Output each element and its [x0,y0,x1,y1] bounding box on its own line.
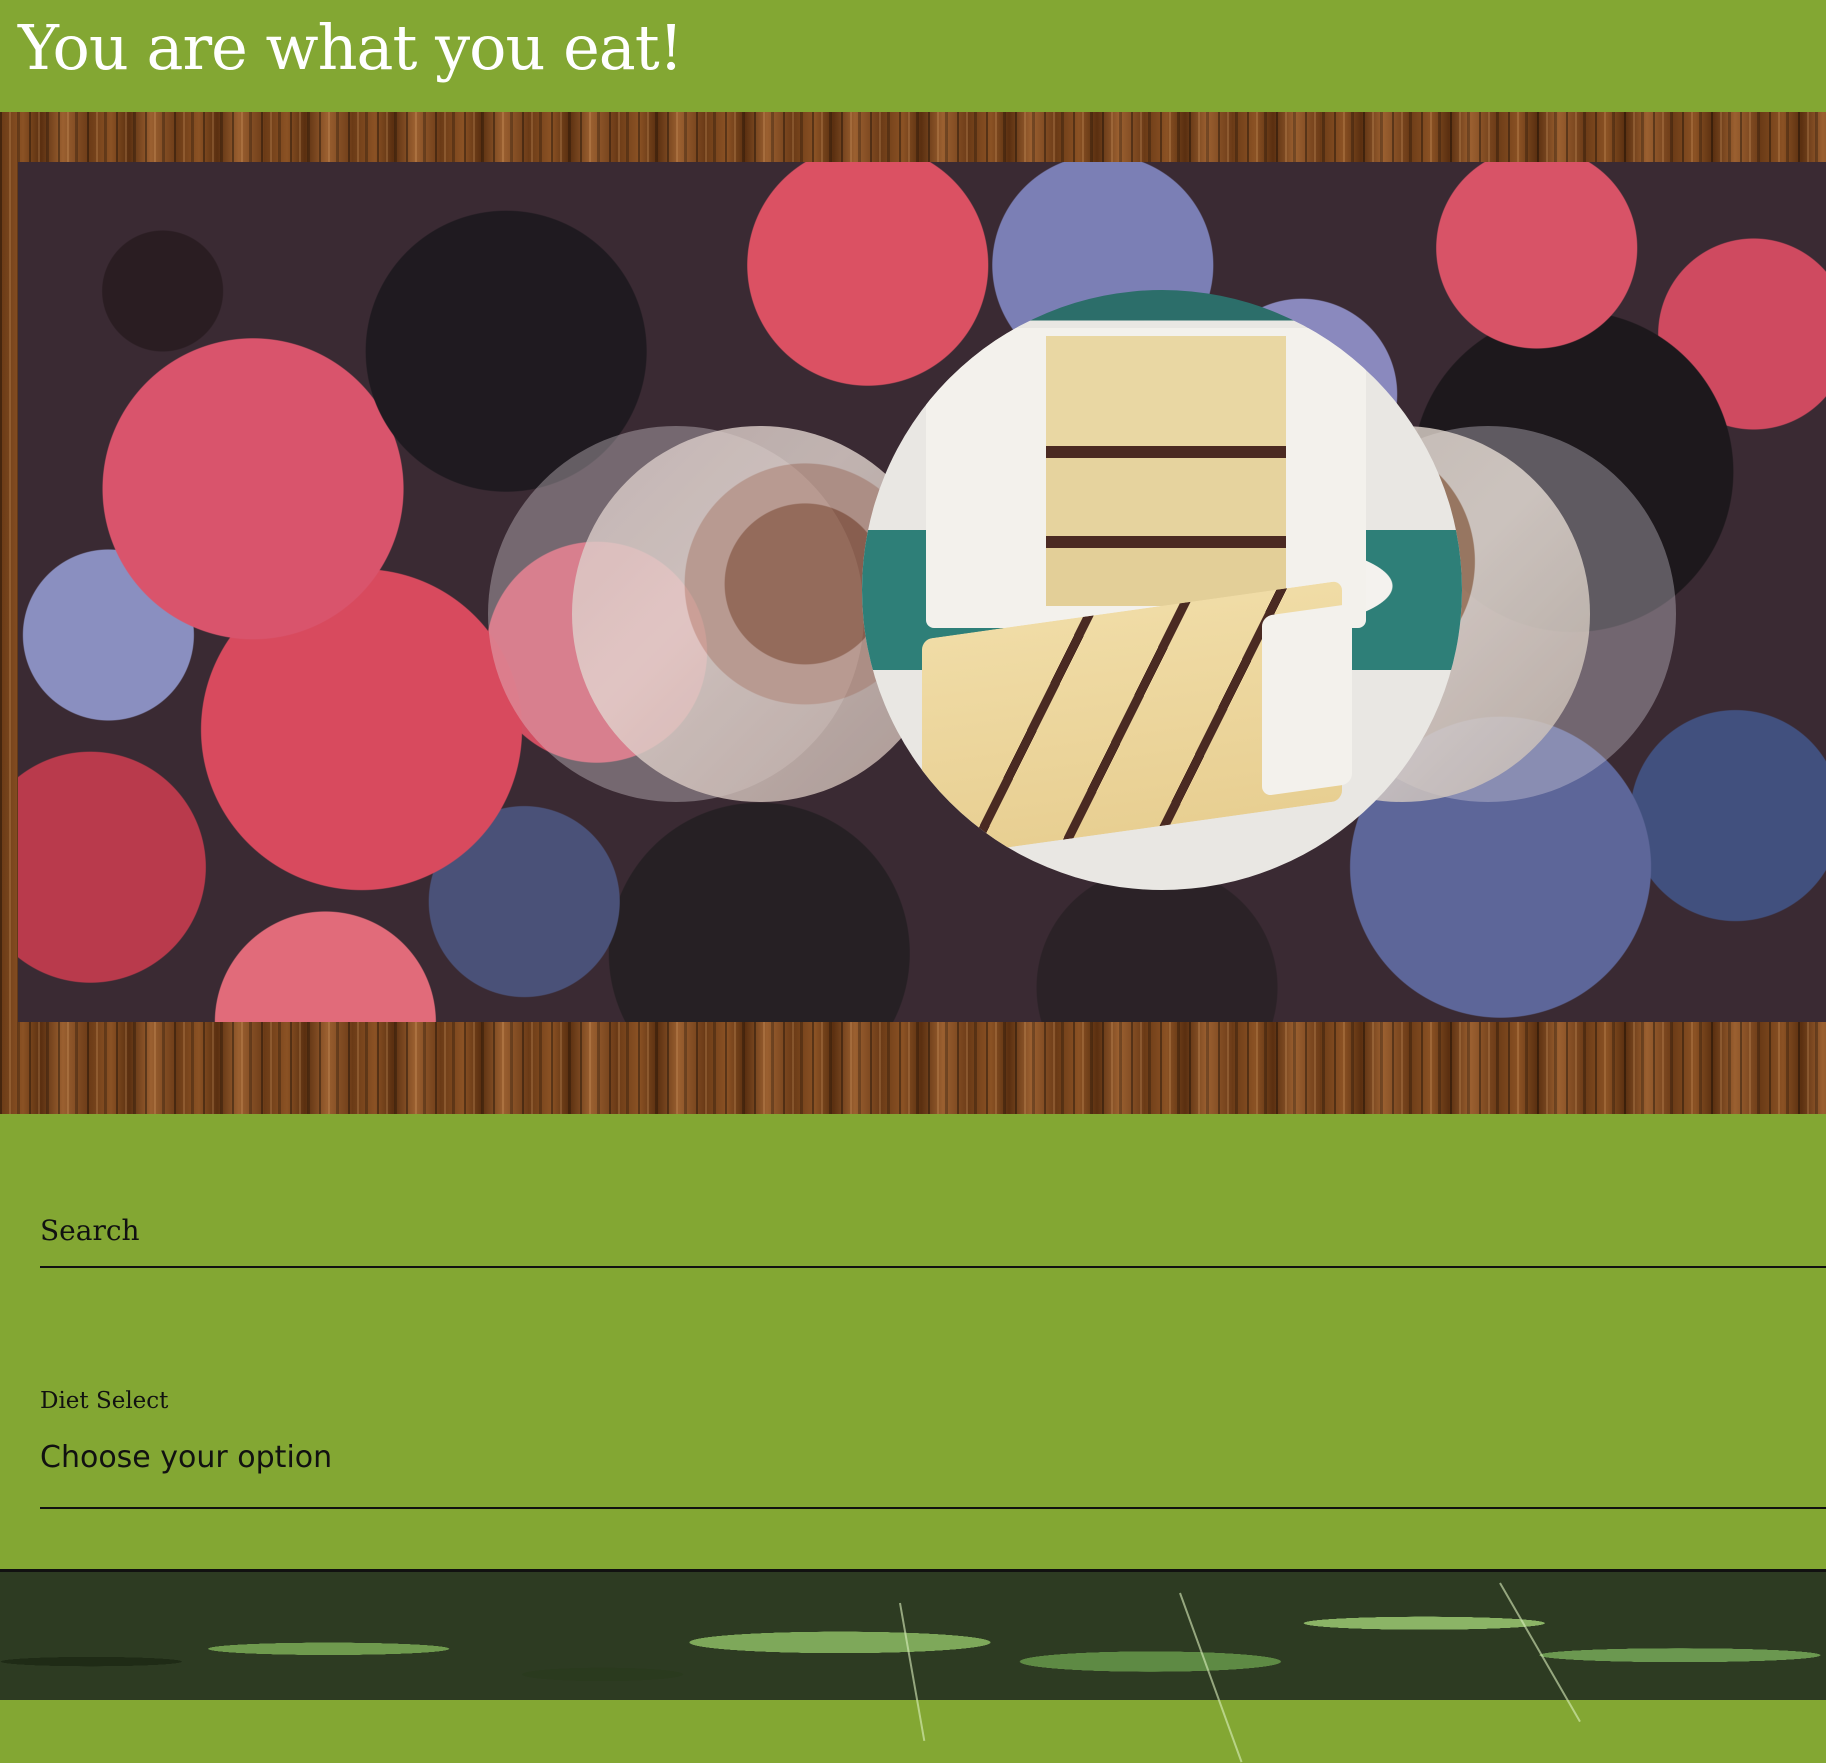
cake-whole [926,328,1366,628]
leaf-vein [1499,1582,1581,1723]
search-input[interactable]: Search [40,1200,1826,1268]
diet-select-label: Diet Select [40,1388,169,1414]
hero-banner [18,162,1826,1022]
page-title: You are what you eat! [18,11,684,84]
carousel-cake-image[interactable] [862,290,1462,890]
diet-select[interactable]: Diet Select Choose your option [40,1384,1826,1509]
leaf-vein [1179,1592,1243,1763]
cake-cut-layers [1046,336,1286,606]
page-header: You are what you eat! [0,0,1826,112]
search-form: Search Diet Select Choose your option [0,1114,1826,1572]
leaf-vein [899,1602,926,1742]
spinach-background [0,1572,1826,1763]
search-label: Search [40,1214,140,1247]
diet-select-value: Choose your option [40,1440,333,1475]
cake-slice-frosting [1262,603,1352,797]
